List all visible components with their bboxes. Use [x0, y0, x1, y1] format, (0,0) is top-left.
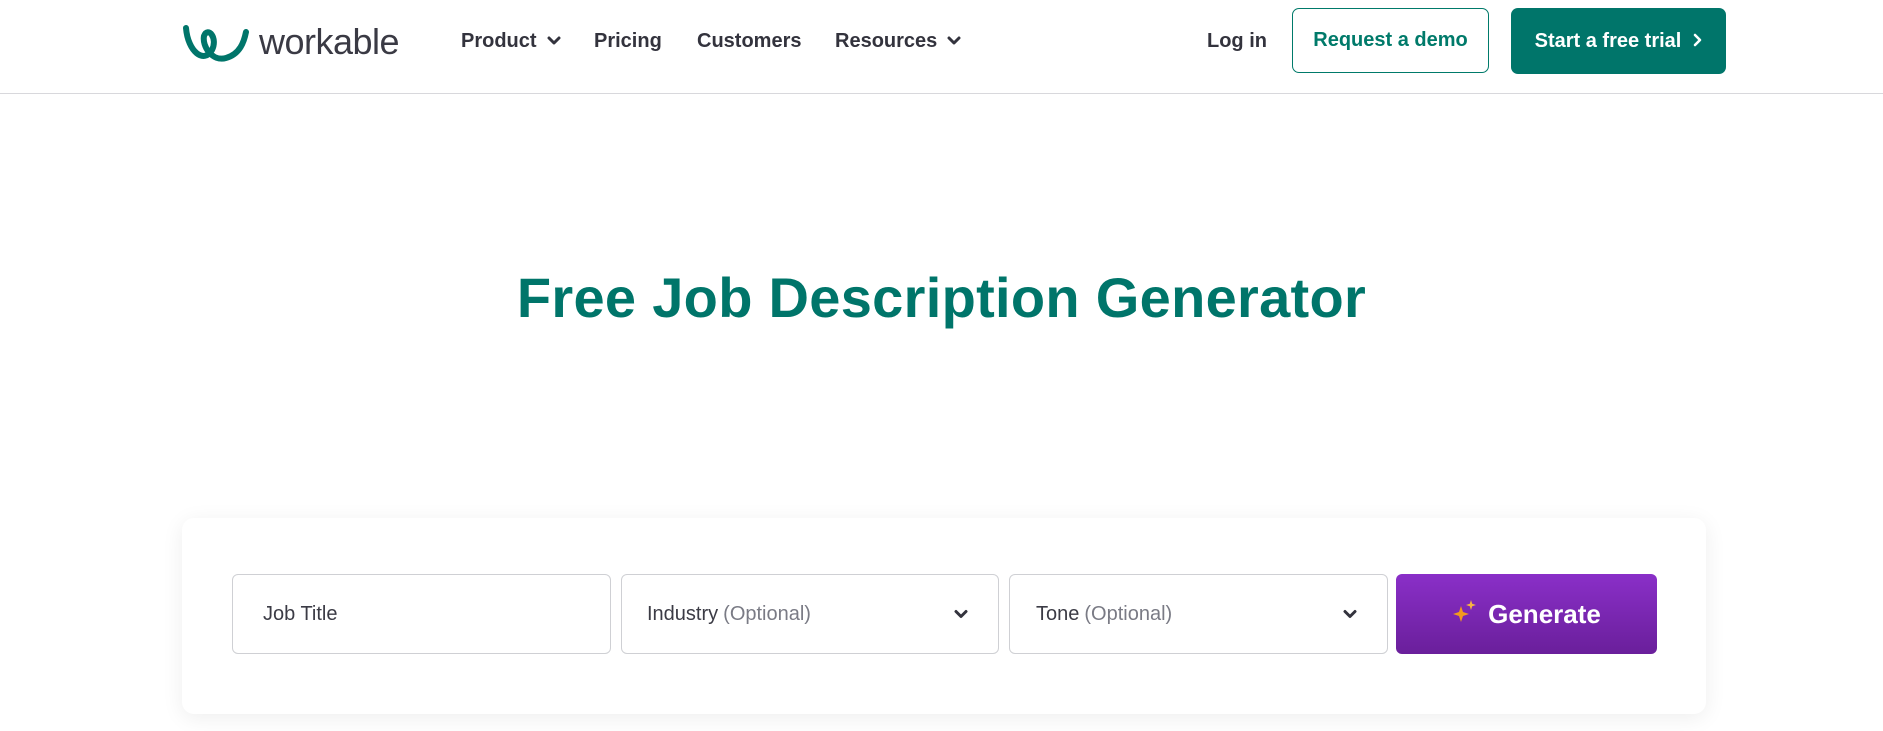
- tone-select[interactable]: Tone (Optional): [1009, 574, 1388, 654]
- generate-label: Generate: [1488, 598, 1601, 629]
- sparkle-icon: [1452, 598, 1478, 631]
- workable-logo[interactable]: workable: [182, 21, 400, 62]
- nav-customers[interactable]: Customers: [697, 29, 801, 53]
- chevron-right-icon: [1693, 30, 1702, 53]
- nav-product-label: Product: [461, 30, 537, 52]
- generate-button[interactable]: Generate: [1396, 574, 1657, 654]
- start-free-trial-label: Start a free trial: [1534, 29, 1682, 52]
- request-demo-label: Request a demo: [1313, 29, 1468, 51]
- industry-optional-hint: (Optional): [723, 602, 811, 625]
- start-free-trial-button[interactable]: Start a free trial: [1511, 8, 1726, 74]
- chevron-down-icon: [1343, 603, 1357, 626]
- nav-resources[interactable]: Resources: [835, 29, 961, 53]
- nav-customers-label: Customers: [697, 30, 802, 52]
- chevron-down-icon: [547, 28, 561, 52]
- page-title: Free Job Description Generator: [516, 266, 1367, 329]
- tone-label: Tone: [1036, 602, 1080, 625]
- industry-select[interactable]: Industry (Optional): [621, 574, 999, 654]
- workable-logo-icon: [182, 22, 250, 62]
- chevron-down-icon: [947, 28, 961, 52]
- login-link[interactable]: Log in: [1207, 29, 1267, 53]
- request-demo-button[interactable]: Request a demo: [1292, 8, 1489, 73]
- nav-pricing-label: Pricing: [594, 30, 662, 52]
- job-title-input[interactable]: Job Title: [232, 574, 611, 654]
- generator-form: Job Title Industry (Optional) Tone (Opti…: [182, 518, 1706, 714]
- logo-wordmark: workable: [259, 21, 400, 62]
- nav-product[interactable]: Product: [461, 29, 561, 53]
- chevron-down-icon: [954, 603, 968, 626]
- job-title-placeholder: Job Title: [263, 602, 338, 625]
- industry-label: Industry: [647, 602, 719, 625]
- nav-pricing[interactable]: Pricing: [594, 29, 662, 53]
- site-header: workable Product Pricing Customers Resou…: [0, 0, 1883, 94]
- tone-optional-hint: (Optional): [1084, 602, 1173, 625]
- nav-resources-label: Resources: [835, 30, 938, 52]
